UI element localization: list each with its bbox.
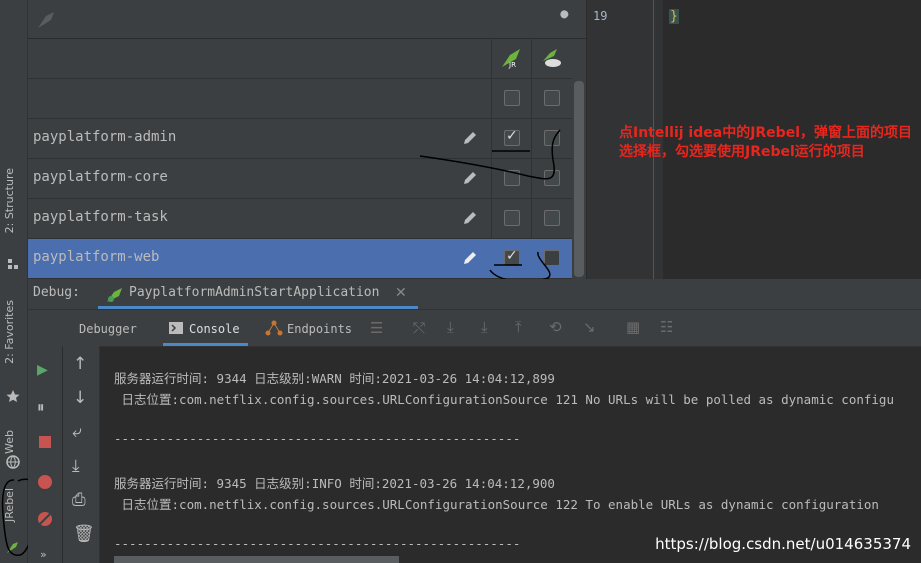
hand-drawn-annotation [419,129,561,283]
star-icon [6,390,20,402]
left-tool-strip: 2: Structure 2: Favorites Web JRebel [0,0,39,563]
evaluate-icon[interactable]: ▦ [626,318,640,336]
print-icon[interactable]: ⎙ [72,490,86,510]
jrebel-toolbar [28,0,586,39]
console-line: 日志位置:com.netflix.config.sources.URLConfi… [114,497,879,512]
more-icon[interactable]: » [40,548,47,561]
line-number: 19 [593,9,608,23]
close-icon[interactable]: ✕ [395,285,407,301]
jrebel-column-icon: JR [502,49,520,69]
tab-structure[interactable]: 2: Structure [3,168,16,233]
debug-title-bar: Debug: PayplatformAdminStartApplication … [28,279,921,310]
tab-console[interactable]: Console [189,322,240,336]
remote-checkbox[interactable] [544,90,560,106]
console-side-toolbar: ↑ ↓ ⤶ ⤓ ⎙ 🗑 [63,346,100,563]
console-icon [169,322,183,334]
resume-icon[interactable]: ▶ [37,362,48,378]
watermark: https://blog.csdn.net/u014635374 [655,535,911,553]
debug-left-toolbar: ▶ ⏸ » [28,310,62,563]
tab-favorites[interactable]: 2: Favorites [3,300,16,364]
wrench-icon[interactable] [556,10,574,28]
annotation-text: 点Intellij idea中的JRebel，弹窗上面的项目选择框，勾选要使用J… [619,125,912,160]
drop-frame-icon[interactable]: ⟲ [549,318,562,336]
svg-text:JR: JR [508,61,516,69]
run-to-cursor-icon[interactable]: ↘ [583,318,596,336]
horizontal-scrollbar[interactable] [114,556,399,563]
project-row[interactable] [28,79,572,119]
console-line: 日志位置:com.netflix.config.sources.URLConfi… [114,392,894,407]
tab-endpoints[interactable]: Endpoints [287,322,352,336]
console-line: ----------------------------------------… [114,536,521,551]
step-out-icon[interactable]: ⤒ [515,318,522,336]
structure-icon [8,259,18,269]
debug-label: Debug: [33,285,80,300]
up-arrow-icon[interactable]: ↑ [73,354,87,374]
stop-icon[interactable] [39,436,51,448]
remote-column-icon [543,49,561,67]
step-into-icon[interactable]: ⤓ [481,318,488,336]
menu-icon[interactable]: ☰ [370,319,383,337]
console-line: ----------------------------------------… [114,431,521,446]
step-over-icon[interactable]: ⤓ [447,318,454,336]
code-line[interactable]: } [669,9,679,24]
soft-wrap-icon[interactable]: ⤶ [72,422,82,442]
trace-icon[interactable]: ☷ [660,318,673,336]
show-execution-point-icon[interactable]: ⤲ [413,319,425,337]
console-line: 服务器运行时间: 9345 日志级别:INFO 时间:2021-03-26 14… [114,476,555,491]
jr-checkbox[interactable] [504,90,520,106]
scroll-to-end-icon[interactable]: ⤓ [72,456,80,476]
trash-icon[interactable]: 🗑 [73,524,95,544]
endpoints-icon [265,320,283,336]
globe-icon [6,455,20,469]
mute-breakpoints-icon[interactable] [36,510,54,528]
tab-debugger[interactable]: Debugger [79,322,137,336]
down-arrow-icon[interactable]: ↓ [73,388,87,408]
pause-icon[interactable]: ⏸ [37,398,45,416]
console-output[interactable]: 服务器运行时间: 9344 日志级别:WARN 时间:2021-03-26 14… [100,347,921,563]
debug-tab-bar: Debugger Console Endpoints ☰ ⤲ ⤓ ⤓ ⤒ ⟲ ↘… [28,310,921,347]
jrebel-logo-icon [38,12,54,28]
debug-config-tab[interactable]: PayplatformAdminStartApplication [129,285,379,300]
tab-web[interactable]: Web [3,430,16,454]
console-line: 服务器运行时间: 9344 日志级别:WARN 时间:2021-03-26 14… [114,371,555,386]
jrebel-debug-icon [107,288,122,302]
view-breakpoints-icon[interactable] [38,475,52,489]
console-tab-indicator [163,343,248,346]
active-tab-indicator [98,306,418,309]
